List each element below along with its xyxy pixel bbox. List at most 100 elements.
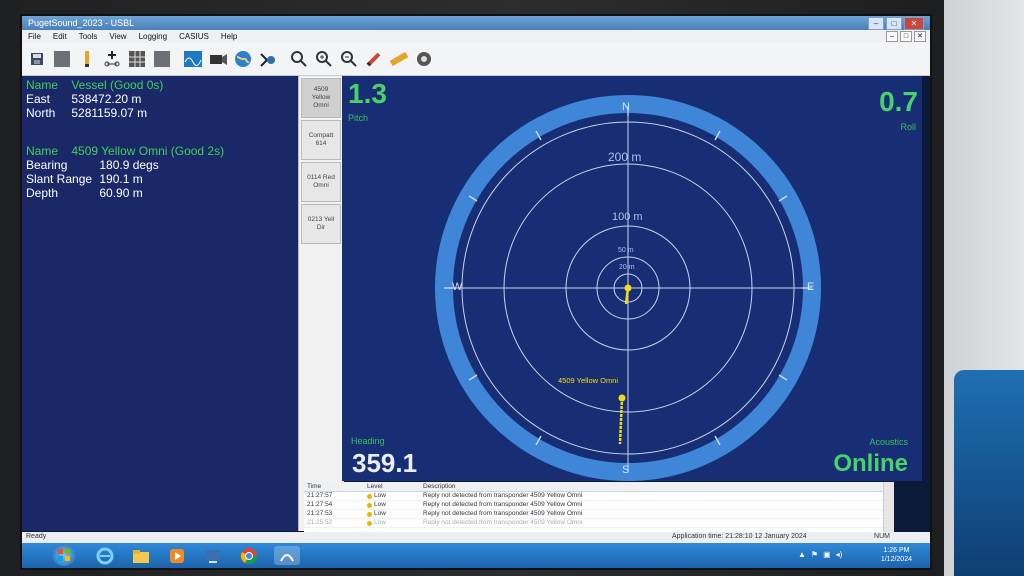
transponder-name-value: 4509 Yellow Omni (Good 2s) [71,144,225,158]
log-level: Low [374,510,386,517]
save-icon[interactable] [26,48,48,70]
zoom-in-icon[interactable] [288,48,310,70]
vessel-north-value: 5281159.07 m [71,106,148,120]
vessel-marker[interactable] [624,284,632,292]
vessel-name-value: Vessel (Good 0s) [71,78,164,92]
toolbar [22,43,930,76]
ie-icon[interactable] [94,546,116,565]
roll-label: Roll [900,122,916,132]
vessel-east-row: East 538472.20 m [26,92,141,106]
fish-icon[interactable] [257,48,279,70]
log-col-time[interactable]: Time [304,482,367,491]
bearing-value: 180.9 degs [99,158,159,172]
menu-edit[interactable]: Edit [47,32,73,41]
log-scrollbar[interactable] [883,482,894,532]
log-description: Reply not detected from transponder 4509… [423,501,583,508]
radar-display[interactable]: N S E W 200 m 100 m 50 m 20 m 4509 Yello… [342,76,922,481]
folder-icon[interactable] [130,546,152,565]
clock-time: 1:26 PM [883,547,910,554]
grid-icon[interactable] [126,48,148,70]
title-bar: PugetSound_2023 - USBL – □ ✕ [22,16,930,30]
maximize-button[interactable]: □ [886,17,902,30]
log-level: Low [374,501,386,508]
log-col-level[interactable]: Level [367,482,423,491]
blank-icon[interactable] [151,48,173,70]
wave-icon[interactable] [182,48,204,70]
chrome-icon[interactable] [238,546,260,565]
log-row[interactable]: 21:27:54 Low Reply not detected from tra… [304,501,884,510]
blank-icon[interactable] [51,48,73,70]
tab-0114-red-omni[interactable]: 0114 Red Omni [301,162,341,202]
usbl-app-icon[interactable] [274,546,300,565]
log-col-description[interactable]: Description [423,482,884,491]
menu-tools[interactable]: Tools [73,32,104,41]
zoom-fit-icon[interactable] [313,48,335,70]
start-button[interactable] [52,544,76,566]
close-button[interactable]: ✕ [904,17,924,30]
show-hidden-icon[interactable]: ▲ [798,550,806,559]
mdi-restore-button[interactable]: □ [900,31,912,42]
background-equipment [954,370,1024,576]
depth-value: 60.90 m [99,186,143,200]
event-log[interactable]: Time Level Description 21:27:57 Low Repl… [304,482,894,532]
warning-icon [367,493,372,499]
zoom-out-icon[interactable] [338,48,360,70]
roll-value: 0.7 [879,86,918,117]
menu-logging[interactable]: Logging [133,32,173,41]
target-marker[interactable] [618,394,626,402]
menu-view[interactable]: View [103,32,132,41]
media-player-icon[interactable] [166,546,188,565]
compass-east-label: E [807,281,815,293]
network-app-icon[interactable] [202,546,224,565]
pen-icon[interactable] [363,48,385,70]
vessel-north-row: North 5281159.07 m [26,106,147,120]
status-bar: Ready Application time: 21:28:10 12 Janu… [22,532,930,543]
clock[interactable]: 1:26 PM 1/12/2024 [881,546,912,564]
menu-help[interactable]: Help [215,32,243,41]
log-description: Reply not detected from transponder 4509… [423,519,583,526]
flag-icon[interactable]: ⚑ [811,550,818,559]
log-level: Low [374,519,386,526]
tab-line: 4509 [313,86,329,93]
log-description: Reply not detected from transponder 4509… [423,492,583,499]
bearing-label: Bearing [26,158,68,172]
log-time: 21:25:52 [307,519,333,526]
target-icon[interactable] [413,48,435,70]
taskbar: ▲ ⚑ ▣ ◂) 1:26 PM 1/12/2024 [22,543,930,568]
warning-icon [367,502,372,508]
tab-line: Compatt [308,132,334,139]
add-node-icon[interactable] [101,48,123,70]
log-row[interactable]: 21:25:52 Low Reply not detected from tra… [304,519,884,528]
pitch-label: Pitch [348,113,369,123]
volume-icon[interactable]: ◂) [836,550,843,559]
mdi-close-button[interactable]: ✕ [914,31,926,42]
tab-compatt-614[interactable]: Compatt 614 [301,120,341,160]
tab-4509-yellow-omni[interactable]: 4509 Yellow Omni [301,78,341,118]
globe-icon[interactable] [232,48,254,70]
log-time: 21:27:53 [307,510,333,517]
target-track [618,397,624,445]
vessel-name-label: Name [26,78,59,92]
minimize-button[interactable]: – [868,17,884,30]
screen: PugetSound_2023 - USBL – □ ✕ File Edit T… [22,16,930,568]
tab-0213-yell-dir[interactable]: 0213 Yell Dir [301,204,341,244]
menu-file[interactable]: File [22,32,47,41]
log-description: Reply not detected from transponder 4509… [423,510,583,517]
log-row[interactable]: 21:27:57 Low Reply not detected from tra… [304,492,884,501]
menu-casius[interactable]: CASIUS [173,32,215,41]
log-level: Low [374,492,386,499]
slant-range-value: 190.1 m [99,172,143,186]
log-header: Time Level Description [304,482,884,492]
radar-svg [435,95,821,481]
menu-bar: File Edit Tools View Logging CASIUS Help… [22,30,930,43]
network-icon[interactable]: ▣ [823,550,831,559]
marker-icon[interactable] [76,48,98,70]
camera-icon[interactable] [207,48,229,70]
log-row[interactable]: 21:27:53 Low Reply not detected from tra… [304,510,884,519]
ruler-icon[interactable] [388,48,410,70]
mdi-minimize-button[interactable]: – [886,31,898,42]
transponder-name-row: Name 4509 Yellow Omni (Good 2s) [26,144,224,158]
ring-label-20: 20 m [619,264,635,271]
tab-line: 614 [315,140,327,147]
acoustics-status: Online [833,450,908,477]
